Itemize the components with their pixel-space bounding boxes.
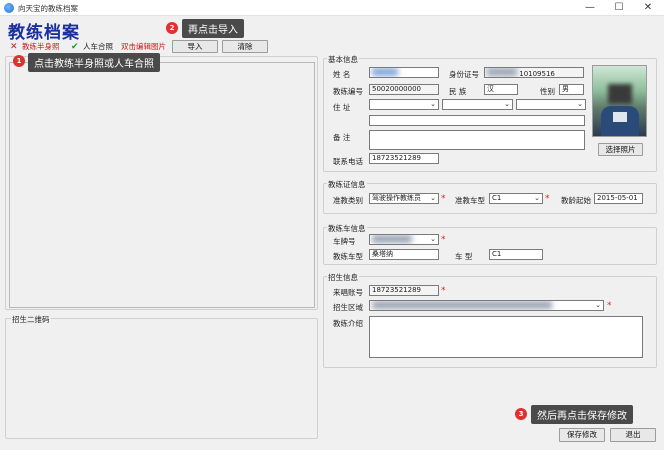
redacted-name [372, 68, 398, 76]
window-title: 向天宝的教练档案 [18, 4, 78, 13]
redacted-area [372, 301, 552, 309]
callout-1: 点击教练半身照或人车合照 [28, 53, 160, 72]
chevron-down-icon: ⌄ [430, 235, 436, 243]
save-button[interactable]: 保存修改 [559, 428, 605, 442]
qr-group [5, 318, 318, 439]
qr-group-title: 招生二维码 [11, 314, 51, 325]
car-model-label: 教练车型 [333, 252, 363, 261]
account-label: 来唱账号 [333, 288, 363, 297]
app-icon [4, 3, 14, 13]
ethnic-label: 民 族 [449, 87, 467, 96]
chevron-down-icon: ⌄ [595, 301, 601, 309]
license-title: 教练证信息 [327, 179, 367, 190]
car-photo-option[interactable]: 人车合照 [83, 42, 113, 52]
license-type-select[interactable]: 驾驶操作教练员 ⌄ [369, 193, 439, 204]
address-province-select[interactable]: ⌄ [369, 99, 439, 110]
half-photo-option[interactable]: 教练半身照 [22, 42, 60, 52]
window-title-bar [0, 0, 664, 16]
license-car-type-select[interactable]: C1 ⌄ [489, 193, 543, 204]
exit-button[interactable]: 退出 [610, 428, 656, 442]
redacted-plate [372, 235, 412, 243]
chevron-down-icon: ⌄ [534, 194, 540, 202]
clear-button[interactable]: 清除 [222, 40, 268, 53]
teaching-since-input[interactable]: 2015-05-01 [594, 193, 643, 204]
phone-input[interactable]: 18723521289 [369, 153, 439, 164]
select-photo-button[interactable]: 选择照片 [598, 143, 643, 156]
checkmark-icon: ✔ [71, 42, 79, 52]
address-detail-input[interactable] [369, 115, 585, 126]
required-mark: * [607, 301, 612, 311]
chevron-down-icon: ⌄ [577, 100, 583, 108]
remark-textarea[interactable] [369, 130, 585, 150]
remark-label: 备 注 [333, 133, 351, 142]
photo-badge [613, 112, 627, 122]
area-select[interactable]: ⌄ [369, 300, 604, 311]
redacted-idcard [487, 68, 517, 76]
callout-3: 然后再点击保存修改 [531, 405, 633, 424]
car-title: 教练车信息 [327, 223, 367, 234]
gender-input[interactable]: 男 [559, 84, 584, 95]
callout-2-badge: 2 [166, 22, 178, 34]
plate-label: 车牌号 [333, 237, 356, 246]
import-button[interactable]: 导入 [172, 40, 218, 53]
license-car-type-value: C1 [492, 194, 502, 202]
chevron-down-icon: ⌄ [504, 100, 510, 108]
address-city-select[interactable]: ⌄ [442, 99, 513, 110]
car-type-label: 车 型 [455, 252, 473, 261]
callout-1-badge: 1 [13, 55, 25, 67]
close-button[interactable]: ✕ [633, 0, 663, 16]
required-mark: * [545, 194, 550, 204]
license-type-value: 驾驶操作教练员 [372, 194, 421, 202]
coach-no-input[interactable]: 50020000000 [369, 84, 439, 95]
page-title: 教练档案 [8, 23, 80, 43]
coach-photo[interactable] [592, 65, 647, 137]
address-district-select[interactable]: ⌄ [516, 99, 586, 110]
minimize-button[interactable]: — [575, 0, 605, 16]
chevron-down-icon: ⌄ [430, 100, 436, 108]
coach-no-label: 教练编号 [333, 87, 363, 96]
required-mark: * [441, 194, 446, 204]
idcard-value: 10109516 [519, 70, 555, 78]
account-input[interactable]: 18723521289 [369, 285, 439, 296]
recruit-title: 招生信息 [327, 272, 359, 283]
car-type-input[interactable]: C1 [489, 249, 543, 260]
intro-textarea[interactable] [369, 316, 643, 358]
x-icon: ✕ [10, 42, 18, 52]
address-label: 住 址 [333, 103, 351, 112]
gender-label: 性别 [540, 87, 555, 96]
idcard-label: 身份证号 [449, 70, 479, 79]
license-type-label: 准教类别 [333, 196, 363, 205]
idcard-input[interactable]: 10109516 [484, 67, 584, 78]
area-label: 招生区域 [333, 303, 363, 312]
chevron-down-icon: ⌄ [430, 194, 436, 202]
maximize-button[interactable]: ☐ [604, 0, 634, 16]
callout-3-badge: 3 [515, 408, 527, 420]
required-mark: * [441, 286, 446, 296]
basic-info-title: 基本信息 [327, 54, 359, 65]
license-car-type-label: 准教车型 [455, 196, 485, 205]
name-label: 姓 名 [333, 70, 351, 79]
phone-label: 联系电话 [333, 157, 363, 166]
car-model-input[interactable]: 桑塔纳 [369, 249, 439, 260]
required-mark: * [441, 235, 446, 245]
teaching-since-label: 教龄起始 [561, 196, 591, 205]
redacted-face [608, 84, 632, 104]
photo-display-area[interactable] [9, 62, 315, 308]
intro-label: 教练介绍 [333, 319, 363, 328]
callout-2: 再点击导入 [182, 19, 244, 38]
name-input[interactable] [369, 67, 439, 78]
ethnic-input[interactable]: 汉 [484, 84, 518, 95]
plate-select[interactable]: ⌄ [369, 234, 439, 245]
dblclick-edit-hint: 双击编辑图片 [121, 42, 166, 51]
